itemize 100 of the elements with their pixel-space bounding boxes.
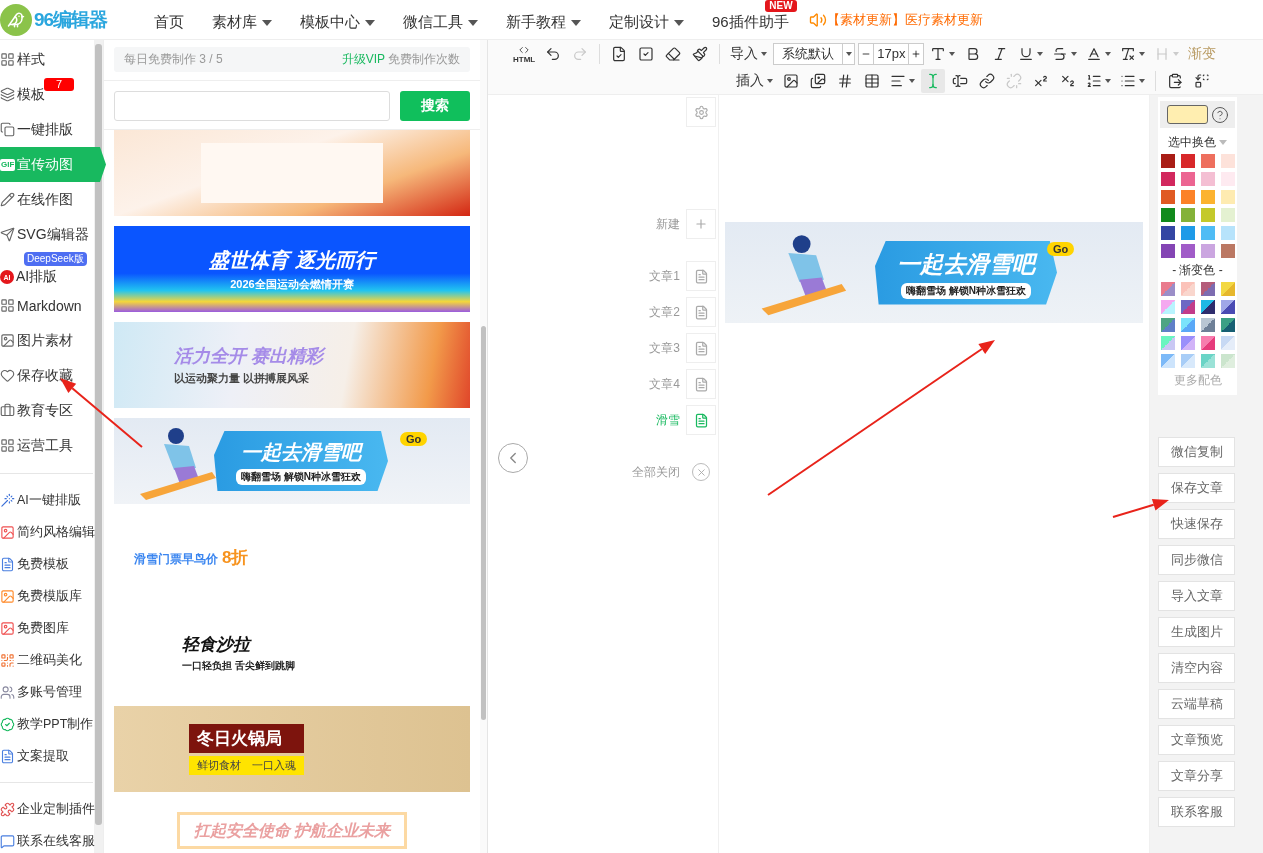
recolor-dropdown[interactable]: 选中换色: [1168, 134, 1227, 151]
import-button[interactable]: 导入: [727, 42, 771, 66]
gradient-swatch[interactable]: [1200, 282, 1215, 296]
settings-button[interactable]: [686, 97, 716, 127]
template-card[interactable]: 冬日火锅局 鲜切食材 一口入魂: [114, 706, 470, 792]
action-button[interactable]: 清空内容: [1158, 653, 1235, 683]
action-button[interactable]: 文章预览: [1158, 725, 1235, 755]
gradient-swatch[interactable]: [1160, 318, 1175, 332]
color-swatch[interactable]: [1220, 154, 1235, 168]
sidebar-item[interactable]: 教育专区: [0, 393, 93, 428]
action-button[interactable]: 保存文章: [1158, 473, 1235, 503]
action-button[interactable]: 云端草稿: [1158, 689, 1235, 719]
gradient-swatch[interactable]: [1160, 282, 1175, 296]
gradient-swatch[interactable]: [1160, 354, 1175, 368]
sidebar-item[interactable]: 图片素材: [0, 323, 93, 358]
color-swatch[interactable]: [1180, 172, 1195, 186]
sidebar-item[interactable]: 联系在线客服: [0, 825, 93, 853]
sidebar-item[interactable]: 模板 7: [0, 77, 93, 112]
sidebar-item[interactable]: 在线作图: [0, 182, 93, 217]
color-swatch[interactable]: [1200, 226, 1215, 240]
font-select[interactable]: 系统默认: [773, 43, 856, 65]
sidebar-item[interactable]: 企业定制插件: [0, 793, 93, 825]
action-button[interactable]: 微信复制: [1158, 437, 1235, 467]
template-card[interactable]: 盛世体育 逐光而行 2026全国运动会燃情开赛: [114, 226, 470, 312]
color-swatch[interactable]: [1220, 208, 1235, 222]
font-size-stepper[interactable]: 17px: [858, 43, 925, 65]
gradient-swatch[interactable]: [1180, 354, 1195, 368]
action-button[interactable]: 生成图片: [1158, 617, 1235, 647]
search-field[interactable]: [114, 91, 390, 121]
sidebar-item[interactable]: 简约风格编辑: [0, 516, 93, 548]
color-swatch[interactable]: [1200, 154, 1215, 168]
current-color-swatch[interactable]: [1166, 105, 1208, 124]
sidebar-item[interactable]: 免费模版库: [0, 580, 93, 612]
gradient-swatch[interactable]: [1220, 282, 1235, 296]
sidebar-item[interactable]: Markdown: [0, 288, 93, 323]
scrollbar-thumb[interactable]: [481, 326, 486, 721]
color-swatch[interactable]: [1180, 190, 1195, 204]
sidebar-item[interactable]: 文案提取: [0, 740, 93, 772]
color-swatch[interactable]: [1180, 154, 1195, 168]
color-swatch[interactable]: [1160, 208, 1175, 222]
sidebar-item[interactable]: 运营工具: [0, 428, 93, 463]
gradient-swatch[interactable]: [1200, 300, 1215, 314]
color-swatch[interactable]: [1200, 190, 1215, 204]
nav-item[interactable]: 定制设计: [595, 0, 698, 40]
sidebar-item[interactable]: SVG编辑器: [0, 217, 93, 252]
insert-button[interactable]: 插入: [733, 69, 776, 93]
sidebar-item[interactable]: 样式: [0, 42, 93, 77]
color-swatch[interactable]: [1160, 190, 1175, 204]
gradient-swatch[interactable]: [1180, 318, 1195, 332]
gradient-swatch[interactable]: [1160, 300, 1175, 314]
template-card[interactable]: 活力全开 赛出精彩 以运动聚力量 以拼搏展风采: [114, 322, 470, 408]
color-swatch[interactable]: [1220, 190, 1235, 204]
template-card[interactable]: [114, 130, 470, 216]
article-banner[interactable]: 一起去滑雪吧 嗨翻雪场 解锁N种冰雪狂欢 Go: [725, 222, 1143, 323]
gradient-swatch[interactable]: [1180, 336, 1195, 350]
collapse-button[interactable]: [498, 443, 528, 473]
nav-item[interactable]: NEW 96插件助手: [698, 0, 803, 40]
color-swatch[interactable]: [1200, 208, 1215, 222]
color-swatch[interactable]: [1200, 172, 1215, 186]
gradient-swatch[interactable]: [1220, 354, 1235, 368]
color-swatch[interactable]: [1160, 172, 1175, 186]
color-swatch[interactable]: [1160, 244, 1175, 258]
nav-item[interactable]: 微信工具: [389, 0, 492, 40]
nav-item[interactable]: 新手教程: [492, 0, 595, 40]
color-swatch[interactable]: [1160, 154, 1175, 168]
sidebar-item[interactable]: 免费模板: [0, 548, 93, 580]
html-button[interactable]: HTML: [510, 41, 539, 67]
gradient-swatch[interactable]: [1160, 336, 1175, 350]
color-swatch[interactable]: [1180, 244, 1195, 258]
gradient-swatch[interactable]: [1220, 336, 1235, 350]
gradient-swatch[interactable]: [1180, 300, 1195, 314]
color-swatch[interactable]: [1200, 244, 1215, 258]
action-button[interactable]: 快速保存: [1158, 509, 1235, 539]
gradient-swatch[interactable]: [1200, 336, 1215, 350]
nav-item[interactable]: 首页: [140, 0, 198, 40]
sidebar-item[interactable]: AI一键排版: [0, 484, 93, 516]
sidebar-item[interactable]: 多账号管理: [0, 676, 93, 708]
sidebar-item[interactable]: 保存收藏: [0, 358, 93, 393]
template-card[interactable]: 一起去滑雪吧 嗨翻雪场 解锁N种冰雪狂欢 Go: [114, 418, 470, 504]
nav-item[interactable]: 素材库: [198, 0, 286, 40]
sidebar-item[interactable]: 免费图库: [0, 612, 93, 644]
sidebar-item[interactable]: 一键排版: [0, 112, 93, 147]
gradient-swatch[interactable]: [1220, 318, 1235, 332]
action-button[interactable]: 导入文章: [1158, 581, 1235, 611]
color-swatch[interactable]: [1220, 226, 1235, 240]
action-button[interactable]: 文章分享: [1158, 761, 1235, 791]
gradient-swatch[interactable]: [1180, 282, 1195, 296]
color-swatch[interactable]: [1180, 208, 1195, 222]
color-swatch[interactable]: [1220, 244, 1235, 258]
nav-item[interactable]: 模板中心: [286, 0, 389, 40]
color-swatch[interactable]: [1160, 226, 1175, 240]
gradient-swatch[interactable]: [1220, 300, 1235, 314]
action-button[interactable]: 同步微信: [1158, 545, 1235, 575]
gradient-swatch[interactable]: [1200, 318, 1215, 332]
action-button[interactable]: 联系客服: [1158, 797, 1235, 827]
sidebar-item[interactable]: 教学PPT制作: [0, 708, 93, 740]
gradient-swatch[interactable]: [1200, 354, 1215, 368]
sidebar-item[interactable]: 二维码美化: [0, 644, 93, 676]
color-swatch[interactable]: [1180, 226, 1195, 240]
scrollbar-thumb[interactable]: [95, 44, 102, 825]
